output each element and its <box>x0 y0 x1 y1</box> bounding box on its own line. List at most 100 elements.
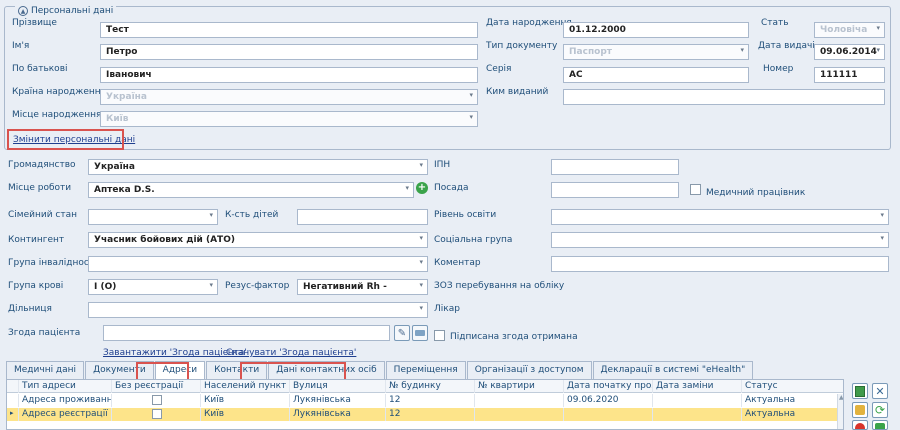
district-label: Дільниця <box>8 304 52 314</box>
social-group-select[interactable]: ▾ <box>551 232 889 248</box>
sex-label: Стать <box>761 18 789 28</box>
patronymic-label: По батькові <box>12 64 68 74</box>
number-field[interactable]: 111111 <box>814 67 885 83</box>
dropdown-arrow-icon: ▾ <box>469 91 473 99</box>
dropdown-arrow-icon: ▾ <box>419 304 423 312</box>
table-cell <box>475 394 564 407</box>
column-header[interactable]: Без реєстрації <box>112 380 201 393</box>
birth-country-label: Країна народження <box>12 87 107 97</box>
medic-checkbox[interactable] <box>690 184 701 195</box>
export-excel-icon[interactable] <box>852 383 868 399</box>
settings-tools-icon[interactable]: ✕ <box>872 383 888 399</box>
tab-strip: Медичні дані Документи Адреси Контакти Д… <box>6 361 754 379</box>
rh-factor-label: Резус-фактор <box>225 281 290 291</box>
blood-group-value: I (O) <box>94 282 117 292</box>
dropdown-arrow-icon: ▾ <box>405 184 409 192</box>
scanner-icon[interactable] <box>412 325 428 341</box>
contingent-select[interactable]: Учасник бойових дій (АТО) ▾ <box>88 232 428 248</box>
column-header[interactable]: № будинку <box>386 380 475 393</box>
dropdown-arrow-icon: ▾ <box>880 211 884 219</box>
column-header[interactable]: Вулиця <box>290 380 386 393</box>
column-header[interactable]: Населений пункт <box>201 380 290 393</box>
no-registration-checkbox[interactable] <box>152 409 162 419</box>
table-cell: Київ <box>201 394 290 407</box>
table-row[interactable]: ▸ Адреса реєстрації Київ Лукянівська 12 … <box>7 408 843 421</box>
contingent-value: Учасник бойових дій (АТО) <box>94 235 235 245</box>
district-select[interactable]: ▾ <box>88 302 428 318</box>
column-header[interactable]: Дата початку прожив <box>564 380 653 393</box>
dropdown-arrow-icon: ▾ <box>419 258 423 266</box>
citizenship-value: Україна <box>94 162 135 172</box>
refresh-icon[interactable]: ⟳ <box>872 402 888 418</box>
dropdown-arrow-icon: ▾ <box>876 46 880 54</box>
birth-place-value: Київ <box>106 114 129 124</box>
issue-date-value: 09.06.2014 <box>820 47 877 57</box>
header-indicator <box>7 380 19 393</box>
table-cell: Київ <box>201 408 290 421</box>
collapse-icon[interactable]: ▲ <box>18 6 28 16</box>
children-count-field[interactable] <box>297 209 428 225</box>
dropdown-arrow-icon: ▾ <box>419 234 423 242</box>
position-field[interactable] <box>551 182 679 198</box>
add-workplace-icon[interactable]: + <box>416 182 428 194</box>
dropdown-arrow-icon: ▾ <box>740 46 744 54</box>
dropdown-arrow-icon: ▾ <box>209 281 213 289</box>
disability-group-label: Група інвалідності <box>8 258 97 268</box>
birth-date-field[interactable]: 01.12.2000 <box>563 22 749 38</box>
doc-type-select[interactable]: Паспорт ▾ <box>563 44 749 60</box>
table-cell <box>112 408 201 421</box>
tab-ehealth-declarations[interactable]: Декларації в системі "eHealth" <box>592 361 754 379</box>
marital-status-select[interactable]: ▾ <box>88 209 218 225</box>
sex-select[interactable]: Чоловіча ▾ <box>814 22 885 38</box>
add-icon[interactable] <box>872 420 888 430</box>
birth-country-select[interactable]: Україна ▾ <box>100 89 478 105</box>
issued-by-field[interactable] <box>563 89 885 105</box>
birth-place-select[interactable]: Київ ▾ <box>100 111 478 127</box>
citizenship-select[interactable]: Україна ▾ <box>88 159 428 175</box>
delete-icon[interactable] <box>852 420 868 430</box>
education-select[interactable]: ▾ <box>551 209 889 225</box>
dropdown-arrow-icon: ▾ <box>876 24 880 32</box>
table-cell: Актуальна <box>742 394 843 407</box>
scrollbar[interactable]: ▲ <box>837 394 843 429</box>
series-field[interactable]: АС <box>563 67 749 83</box>
tab-movements[interactable]: Переміщення <box>385 361 466 379</box>
workplace-select[interactable]: Аптека D.S. ▾ <box>88 182 414 198</box>
consent-signed-label: Підписана згода отримана <box>450 332 578 342</box>
rh-factor-select[interactable]: Негативний Rh - ▾ <box>297 279 428 295</box>
table-cell: Актуальна <box>742 408 843 421</box>
scroll-up-icon[interactable]: ▲ <box>839 394 843 401</box>
column-header[interactable]: Тип адреси <box>19 380 112 393</box>
blood-group-select[interactable]: I (O) ▾ <box>88 279 218 295</box>
consent-signed-checkbox[interactable] <box>434 330 445 341</box>
surname-label: Прізвище <box>12 18 57 28</box>
surname-field[interactable]: Тест <box>100 22 478 38</box>
column-header[interactable]: № квартири <box>475 380 564 393</box>
disability-group-select[interactable]: ▾ <box>88 256 428 272</box>
issue-date-field[interactable]: 09.06.2014 ▾ <box>814 44 885 60</box>
attach-icon[interactable]: ✎ <box>394 325 410 341</box>
sex-value: Чоловіча <box>820 25 868 35</box>
table-cell: Адреса реєстрації <box>19 408 112 421</box>
table-row[interactable]: Адреса проживання Київ Лукянівська 12 09… <box>7 394 843 407</box>
ipn-field[interactable] <box>551 159 679 175</box>
consent-field[interactable] <box>103 325 390 341</box>
column-header[interactable]: Дата заміни <box>653 380 742 393</box>
citizenship-label: Громадянство <box>8 160 76 170</box>
table-cell: 09.06.2020 <box>564 394 653 407</box>
tab-organizations[interactable]: Організації з доступом <box>466 361 592 379</box>
personal-data-legend[interactable]: ▲ Персональні дані <box>15 6 117 16</box>
column-header[interactable]: Статус <box>742 380 843 393</box>
name-field[interactable]: Петро <box>100 44 478 60</box>
tab-medical[interactable]: Медичні дані <box>6 361 85 379</box>
table-cell <box>564 408 653 421</box>
highlight-box <box>7 129 124 150</box>
social-group-label: Соціальна група <box>434 235 513 245</box>
patronymic-field[interactable]: Іванович <box>100 67 478 83</box>
no-registration-checkbox[interactable] <box>152 395 162 405</box>
edit-icon[interactable] <box>852 402 868 418</box>
comment-field[interactable] <box>551 256 889 272</box>
addresses-table: Тип адреси Без реєстрації Населений пунк… <box>6 379 844 430</box>
scan-consent-link[interactable]: Сканувати 'Згода пацієнта' <box>226 348 356 358</box>
medic-label: Медичний працівник <box>706 188 806 198</box>
